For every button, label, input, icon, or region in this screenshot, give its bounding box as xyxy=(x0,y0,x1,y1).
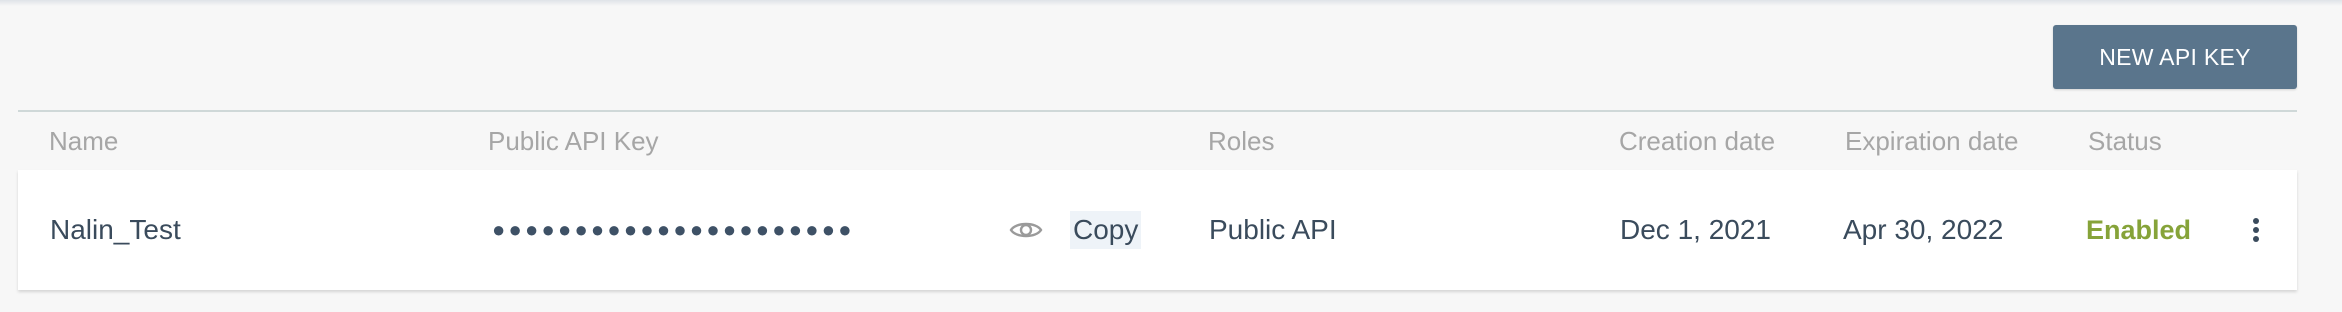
reveal-key-control[interactable] xyxy=(1009,170,1043,290)
key-expiration-date: Apr 30, 2022 xyxy=(1843,214,2004,245)
copy-key-wrapper: Copy xyxy=(1070,170,1142,290)
column-header-roles[interactable]: Roles xyxy=(1208,126,1274,157)
column-header-status[interactable]: Status xyxy=(2088,126,2162,157)
table-header: Name Public API Key Roles Creation date … xyxy=(18,112,2297,170)
column-header-name[interactable]: Name xyxy=(49,126,118,157)
status-badge: Enabled xyxy=(2086,214,2192,245)
eye-icon[interactable] xyxy=(1009,218,1043,242)
key-name: Nalin_Test xyxy=(50,214,181,245)
key-roles: Public API xyxy=(1209,214,1337,245)
new-api-key-button[interactable]: NEW API KEY xyxy=(2053,25,2297,89)
column-header-public-key[interactable]: Public API Key xyxy=(488,126,659,157)
table-row: Nalin_Test ●●●●●●●●●●●●●●●●●●●●●● Copy P… xyxy=(18,170,2297,290)
api-keys-table: Name Public API Key Roles Creation date … xyxy=(18,110,2297,290)
copy-key-button[interactable]: Copy xyxy=(1070,211,1142,249)
column-header-creation-date[interactable]: Creation date xyxy=(1619,126,1775,157)
more-vertical-icon[interactable] xyxy=(2246,170,2266,290)
masked-public-key: ●●●●●●●●●●●●●●●●●●●●●● xyxy=(492,217,855,242)
column-header-expiration-date[interactable]: Expiration date xyxy=(1845,126,2018,157)
top-shadow xyxy=(0,0,2342,6)
key-creation-date: Dec 1, 2021 xyxy=(1620,214,1771,245)
